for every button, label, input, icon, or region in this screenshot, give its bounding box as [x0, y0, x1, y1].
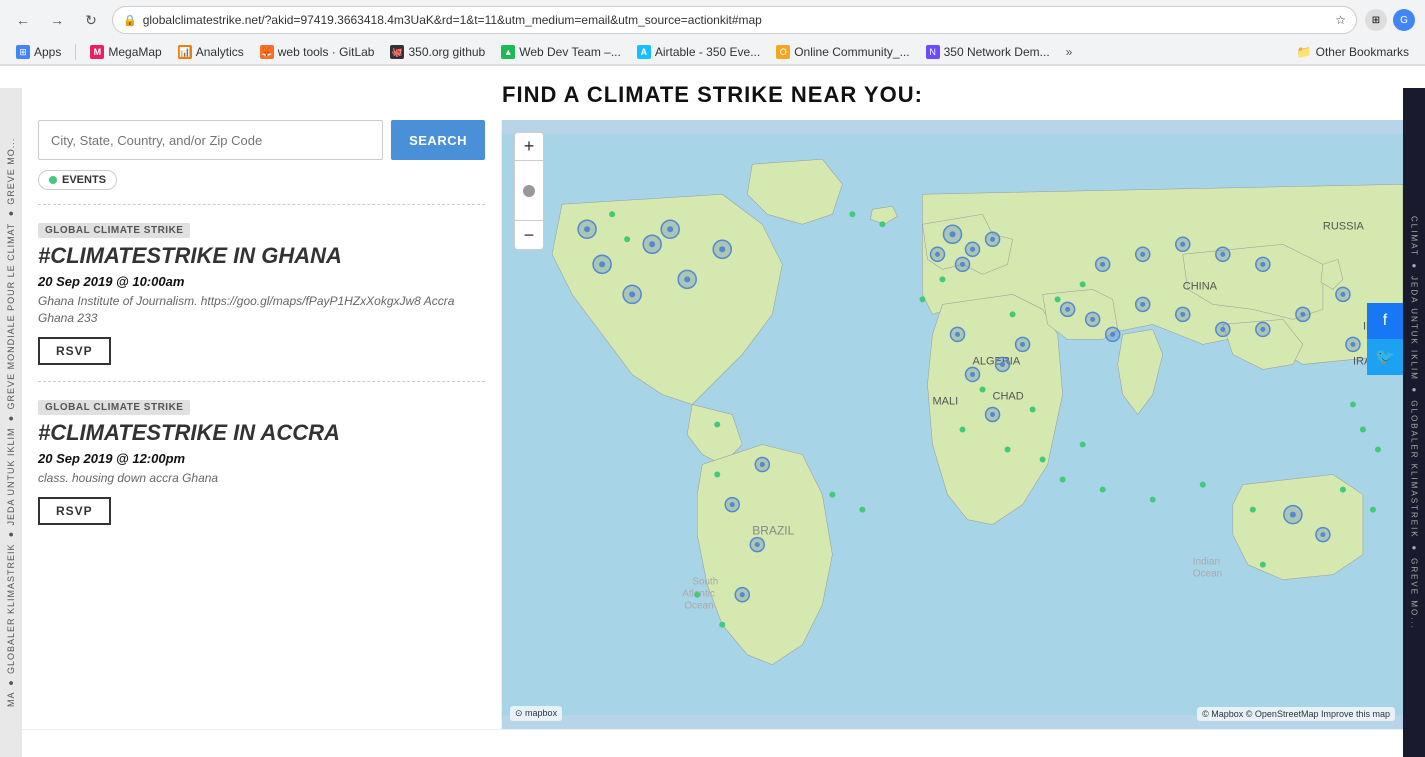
profile-icon[interactable]: G — [1393, 9, 1415, 31]
analytics-icon: 📊 — [178, 45, 192, 59]
bookmarks-overflow[interactable]: » — [1060, 43, 1079, 61]
bookmark-online-community[interactable]: O Online Community_... — [770, 43, 915, 61]
browser-chrome: ← → ↻ 🔒 globalclimatestrike.net/?akid=97… — [0, 0, 1425, 66]
bookmark-analytics-label: Analytics — [196, 45, 244, 59]
page-footer: Start a Climate Strike! Register your cl… — [22, 729, 1403, 735]
bookmark-apps-label: Apps — [34, 45, 61, 59]
event-location-1: Ghana Institute of Journalism. https://g… — [38, 293, 485, 327]
bookmark-network[interactable]: N 350 Network Dem... — [920, 43, 1056, 61]
svg-text:Indian: Indian — [1193, 557, 1220, 568]
rsvp-button-1[interactable]: RSVP — [38, 337, 111, 365]
network-icon: N — [926, 45, 940, 59]
folder-icon: 📁 — [1297, 45, 1312, 59]
svg-text:Ocean: Ocean — [684, 601, 713, 612]
event-card-1: GLOBAL CLIMATE STRIKE #CLIMATESTRIKE IN … — [38, 204, 485, 381]
bookmarks-bar: ⊞ Apps M MegaMap 📊 Analytics 🦊 web tools… — [0, 40, 1425, 65]
other-bookmarks-folder[interactable]: 📁 Other Bookmarks — [1291, 43, 1415, 61]
map-zoom-controls: + − — [514, 132, 544, 250]
bookmark-analytics[interactable]: 📊 Analytics — [172, 43, 250, 61]
airtable-icon: A — [637, 45, 651, 59]
page-header: FIND A CLIMATE STRIKE NEAR YOU: — [22, 66, 1403, 120]
extensions-icon[interactable]: ⊞ — [1365, 9, 1387, 31]
page-title: FIND A CLIMATE STRIKE NEAR YOU: — [22, 82, 1403, 108]
reload-button[interactable]: ↻ — [78, 7, 104, 33]
facebook-icon: f — [1383, 312, 1387, 330]
events-badge-label: EVENTS — [62, 174, 106, 186]
svg-text:BRAZIL: BRAZIL — [752, 524, 794, 538]
lock-icon: 🔒 — [123, 14, 137, 27]
bookmark-separator — [75, 44, 76, 60]
bookmark-github[interactable]: 🐙 350.org github — [384, 43, 491, 61]
left-panel: SEARCH EVENTS GLOBAL CLIMATE STRIKE #CLI… — [22, 120, 502, 729]
bookmark-airtable[interactable]: A Airtable - 350 Eve... — [631, 43, 766, 61]
event-title-1: #CLIMATESTRIKE IN GHANA — [38, 244, 485, 268]
mapbox-icon: ⊙ — [515, 708, 523, 718]
github-icon: 🐙 — [390, 45, 404, 59]
browser-icons: ⊞ G — [1365, 9, 1415, 31]
zoom-out-button[interactable]: − — [515, 221, 543, 249]
side-scroll-text-left: MA ● GLOBALER KLIMASTREIK ● JEDA UNTUK I… — [0, 88, 22, 757]
event-tag-1: GLOBAL CLIMATE STRIKE — [38, 223, 190, 238]
svg-text:South: South — [692, 577, 718, 588]
megamap-icon: M — [90, 45, 104, 59]
bookmark-airtable-label: Airtable - 350 Eve... — [655, 45, 760, 59]
url-text: globalclimatestrike.net/?akid=97419.3663… — [143, 13, 1330, 27]
map-container[interactable]: RUSSIA CHINA IRAN IRAN ALGERIA MALI CHAD… — [502, 120, 1403, 729]
twitter-share-button[interactable]: 🐦 — [1367, 339, 1403, 375]
search-button[interactable]: SEARCH — [391, 120, 485, 160]
webdev-icon: ▲ — [501, 45, 515, 59]
world-map-svg: RUSSIA CHINA IRAN IRAN ALGERIA MALI CHAD… — [502, 120, 1403, 729]
apps-icon: ⊞ — [16, 45, 30, 59]
events-badge[interactable]: EVENTS — [38, 170, 117, 190]
bookmark-webdev-label: Web Dev Team –... — [519, 45, 621, 59]
bookmark-gitlab-label: web tools · GitLab — [278, 45, 375, 59]
address-bar[interactable]: 🔒 globalclimatestrike.net/?akid=97419.36… — [112, 6, 1357, 34]
zoom-in-button[interactable]: + — [515, 133, 543, 161]
rsvp-button-2[interactable]: RSVP — [38, 497, 111, 525]
gitlab-icon: 🦊 — [260, 45, 274, 59]
event-tag-2: GLOBAL CLIMATE STRIKE — [38, 400, 190, 415]
page-content: FIND A CLIMATE STRIKE NEAR YOU: SEARCH E… — [22, 66, 1403, 735]
event-location-2: class. housing down accra Ghana — [38, 470, 485, 487]
forward-button[interactable]: → — [44, 7, 70, 33]
online-community-icon: O — [776, 45, 790, 59]
side-scroll-text-right: CLIMAT ● JEDA UNTUK IKLIM ● GLOBALER KLI… — [1403, 88, 1425, 757]
star-icon[interactable]: ☆ — [1335, 13, 1346, 27]
map-attribution: © Mapbox © OpenStreetMap Improve this ma… — [1197, 707, 1395, 721]
bookmark-megamap[interactable]: M MegaMap — [84, 43, 167, 61]
other-bookmarks-label: Other Bookmarks — [1316, 45, 1409, 59]
event-date-2: 20 Sep 2019 @ 12:00pm — [38, 451, 485, 466]
bookmark-megamap-label: MegaMap — [108, 45, 161, 59]
bookmark-network-label: 350 Network Dem... — [944, 45, 1050, 59]
svg-text:Ocean: Ocean — [1193, 569, 1222, 580]
svg-text:CHAD: CHAD — [993, 390, 1024, 402]
bookmark-github-label: 350.org github — [408, 45, 485, 59]
bookmark-webdev[interactable]: ▲ Web Dev Team –... — [495, 43, 627, 61]
zoom-handle — [523, 185, 535, 197]
map-area: RUSSIA CHINA IRAN IRAN ALGERIA MALI CHAD… — [502, 120, 1403, 729]
bookmark-online-community-label: Online Community_... — [794, 45, 909, 59]
svg-text:MALI: MALI — [932, 395, 958, 407]
bookmark-gitlab[interactable]: 🦊 web tools · GitLab — [254, 43, 381, 61]
search-area: SEARCH — [38, 120, 485, 160]
twitter-icon: 🐦 — [1375, 347, 1395, 367]
bookmark-apps[interactable]: ⊞ Apps — [10, 43, 67, 61]
svg-text:RUSSIA: RUSSIA — [1323, 220, 1365, 232]
back-button[interactable]: ← — [10, 7, 36, 33]
social-sidebar: f 🐦 — [1367, 303, 1403, 375]
main-layout: SEARCH EVENTS GLOBAL CLIMATE STRIKE #CLI… — [22, 120, 1403, 729]
svg-text:CHINA: CHINA — [1183, 280, 1218, 292]
event-title-2: #CLIMATESTRIKE IN ACCRA — [38, 421, 485, 445]
zoom-slider[interactable] — [515, 161, 543, 221]
location-search-input[interactable] — [38, 120, 383, 160]
mapbox-logo: ⊙ mapbox — [510, 706, 562, 721]
event-date-1: 20 Sep 2019 @ 10:00am — [38, 274, 485, 289]
browser-toolbar: ← → ↻ 🔒 globalclimatestrike.net/?akid=97… — [0, 0, 1425, 40]
facebook-share-button[interactable]: f — [1367, 303, 1403, 339]
events-dot — [49, 176, 57, 184]
event-card-2: GLOBAL CLIMATE STRIKE #CLIMATESTRIKE IN … — [38, 381, 485, 541]
